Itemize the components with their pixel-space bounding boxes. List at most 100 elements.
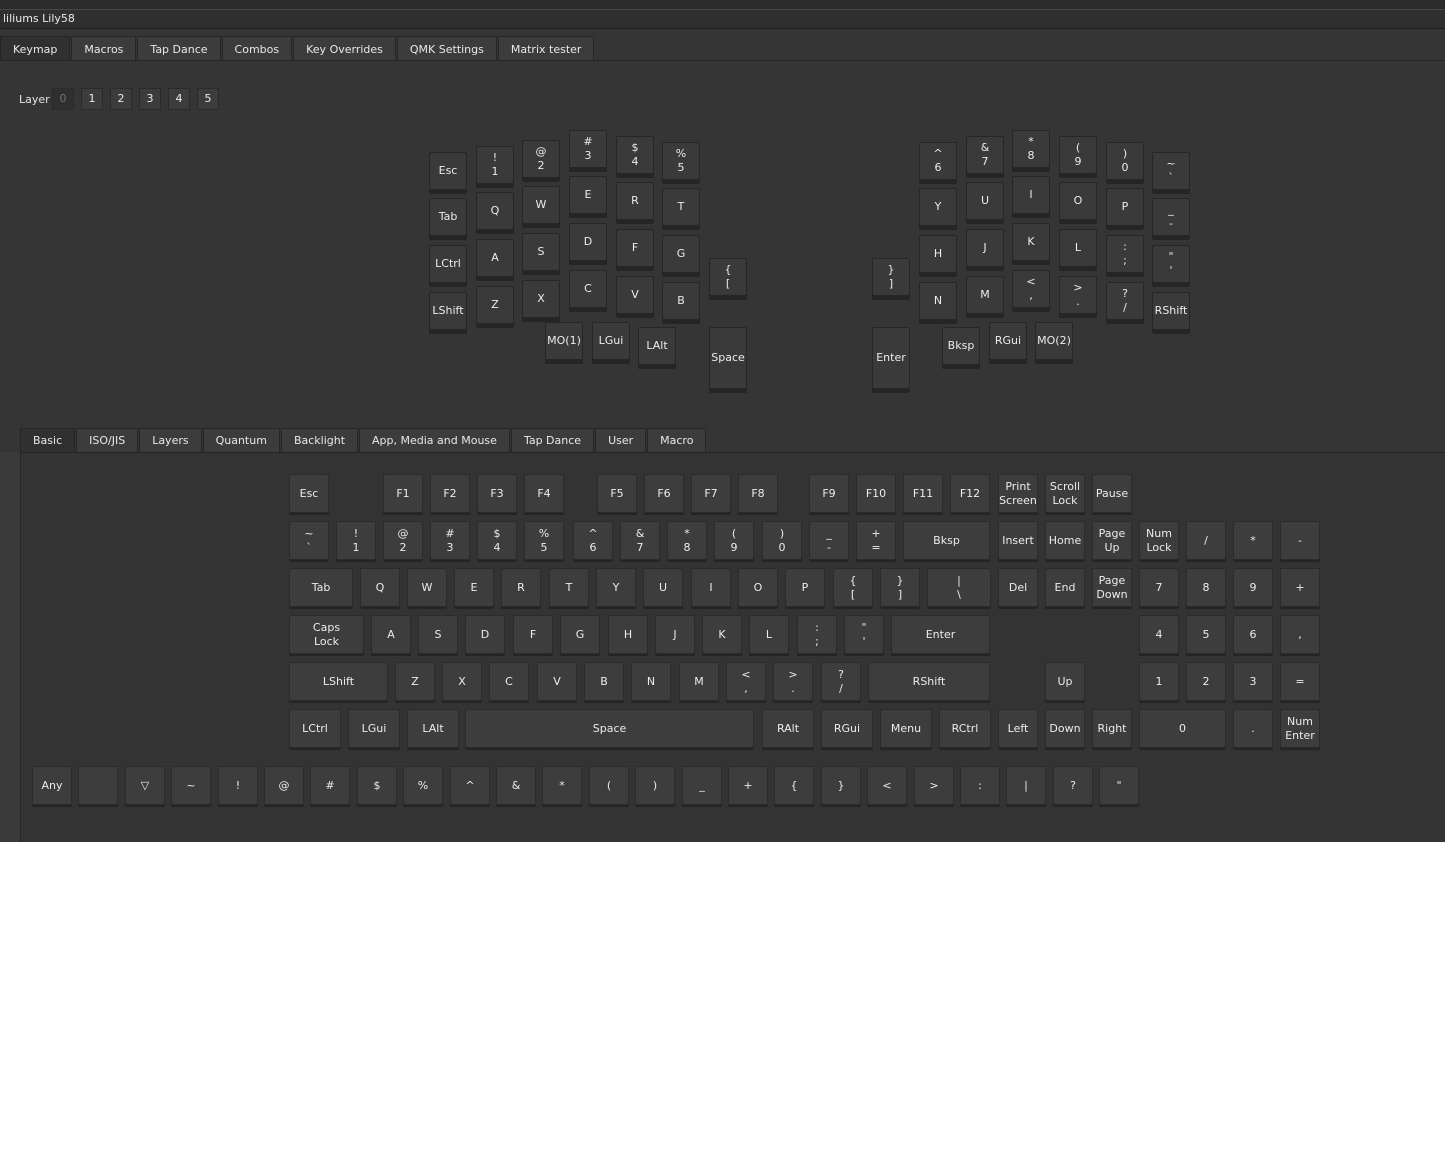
keycode-8[interactable]: 8 xyxy=(1186,568,1226,607)
keycode-7[interactable]: 7 xyxy=(1139,568,1179,607)
keycode-5[interactable]: 5 xyxy=(1186,615,1226,654)
kb-right-key-bksp[interactable]: Bksp xyxy=(942,327,980,365)
keycode-2[interactable]: @ 2 xyxy=(383,521,423,560)
kb-right-key-9[interactable]: ( 9 xyxy=(1059,136,1097,174)
kb-right-key-rshift[interactable]: RShift xyxy=(1152,292,1190,330)
kb-left-key-1[interactable]: ! 1 xyxy=(476,146,514,184)
category-tab-tap-dance[interactable]: Tap Dance xyxy=(510,428,595,452)
keycode-sym[interactable]: " ' xyxy=(844,615,884,654)
kb-left-key-w[interactable]: W xyxy=(522,186,560,224)
kb-left-key-bracket[interactable]: { [ xyxy=(709,258,747,296)
kb-left-key-esc[interactable]: Esc xyxy=(429,152,467,190)
kb-right-key-sym[interactable]: " ' xyxy=(1152,245,1190,283)
kb-left-key-3[interactable]: # 3 xyxy=(569,130,607,168)
keycode-o[interactable]: O xyxy=(738,568,778,607)
kb-right-key-sym[interactable]: : ; xyxy=(1106,235,1144,273)
kb-right-key-o[interactable]: O xyxy=(1059,182,1097,220)
kb-right-key-p[interactable]: P xyxy=(1106,188,1144,226)
tab-combos[interactable]: Combos xyxy=(221,36,293,61)
keycode-lctrl[interactable]: LCtrl xyxy=(289,709,341,748)
kb-left-key-g[interactable]: G xyxy=(662,235,700,273)
keycode-g[interactable]: G xyxy=(560,615,600,654)
category-tab-backlight[interactable]: Backlight xyxy=(280,428,359,452)
keycode-colon[interactable]: : xyxy=(960,766,1000,805)
keycode-a[interactable]: A xyxy=(371,615,411,654)
category-tab-app-media-and-mouse[interactable]: App, Media and Mouse xyxy=(359,428,510,452)
kb-right-key-sym[interactable]: ? / xyxy=(1106,282,1144,320)
keycode-at[interactable]: @ xyxy=(264,766,304,805)
keycode-transparent[interactable]: ▽ xyxy=(125,766,165,805)
kb-right-key-y[interactable]: Y xyxy=(919,188,957,226)
keycode-right[interactable]: Right xyxy=(1092,709,1132,748)
keycode-rshift[interactable]: RShift xyxy=(868,662,990,701)
keycode-print-screen[interactable]: Print Screen xyxy=(998,474,1038,513)
keycode-f4[interactable]: F4 xyxy=(524,474,564,513)
kb-right-key-l[interactable]: L xyxy=(1059,229,1097,267)
kb-left-key-lshift[interactable]: LShift xyxy=(429,292,467,330)
keycode-percent[interactable]: % xyxy=(403,766,443,805)
kb-right-key-sym[interactable]: < , xyxy=(1012,270,1050,308)
kb-left-key-tab[interactable]: Tab xyxy=(429,198,467,236)
keycode-scroll-lock[interactable]: Scroll Lock xyxy=(1045,474,1085,513)
keycode-greater-than[interactable]: > xyxy=(914,766,954,805)
keycode-any[interactable]: Any xyxy=(32,766,72,805)
category-tab-layers[interactable]: Layers xyxy=(139,428,202,452)
keycode-3[interactable]: 3 xyxy=(1233,662,1273,701)
kb-right-key-k[interactable]: K xyxy=(1012,223,1050,261)
keycode-lshift[interactable]: LShift xyxy=(289,662,388,701)
layer-button-5[interactable]: 5 xyxy=(197,88,219,110)
layer-button-1[interactable]: 1 xyxy=(81,88,103,110)
keycode-dollar[interactable]: $ xyxy=(357,766,397,805)
tab-macros[interactable]: Macros xyxy=(71,36,137,61)
kb-left-key-x[interactable]: X xyxy=(522,280,560,318)
kb-left-key-b[interactable]: B xyxy=(662,282,700,320)
keycode-h[interactable]: H xyxy=(608,615,648,654)
keycode-blank[interactable] xyxy=(78,766,118,805)
tab-matrix-tester[interactable]: Matrix tester xyxy=(497,36,595,61)
keycode-num-lock[interactable]: Num Lock xyxy=(1139,521,1179,560)
keycode-6[interactable]: ^ 6 xyxy=(573,521,613,560)
keycode-esc[interactable]: Esc xyxy=(289,474,329,513)
keycode-y[interactable]: Y xyxy=(596,568,636,607)
keycode-f6[interactable]: F6 xyxy=(644,474,684,513)
kb-right-key-enter[interactable]: Enter xyxy=(872,327,910,389)
keycode-sym[interactable]: ~ ` xyxy=(289,521,329,560)
keycode-2[interactable]: 2 xyxy=(1186,662,1226,701)
keycode-rgui[interactable]: RGui xyxy=(821,709,873,748)
kb-right-key-mo2[interactable]: MO(2) xyxy=(1035,322,1073,360)
keycode-pause[interactable]: Pause xyxy=(1092,474,1132,513)
category-tab-user[interactable]: User xyxy=(595,428,647,452)
keycode-exclaim[interactable]: ! xyxy=(218,766,258,805)
keycode-n[interactable]: N xyxy=(631,662,671,701)
keycode-w[interactable]: W xyxy=(407,568,447,607)
category-tab-basic[interactable]: Basic xyxy=(20,428,76,452)
category-tab-quantum[interactable]: Quantum xyxy=(202,428,280,452)
kb-left-key-e[interactable]: E xyxy=(569,176,607,214)
keycode-left-brace[interactable]: { xyxy=(774,766,814,805)
keycode-sym[interactable]: . xyxy=(1233,709,1273,748)
keycode-sym[interactable]: | \ xyxy=(927,568,991,607)
kb-left-key-lalt[interactable]: LAlt xyxy=(638,327,676,365)
kb-right-key-sym[interactable]: > . xyxy=(1059,276,1097,314)
kb-left-key-v[interactable]: V xyxy=(616,276,654,314)
keycode-tilde[interactable]: ~ xyxy=(171,766,211,805)
keycode-m[interactable]: M xyxy=(679,662,719,701)
keycode-page-up[interactable]: Page Up xyxy=(1092,521,1132,560)
keycode-sym[interactable]: * xyxy=(1233,521,1273,560)
keycode-menu[interactable]: Menu xyxy=(880,709,932,748)
keycode-f10[interactable]: F10 xyxy=(856,474,896,513)
keycode-9[interactable]: ( 9 xyxy=(714,521,754,560)
keycode-left[interactable]: Left xyxy=(998,709,1038,748)
keycode-up[interactable]: Up xyxy=(1045,662,1085,701)
kb-left-key-space[interactable]: Space xyxy=(709,327,747,389)
keycode-6[interactable]: 6 xyxy=(1233,615,1273,654)
keycode-del[interactable]: Del xyxy=(998,568,1038,607)
keycode-9[interactable]: 9 xyxy=(1233,568,1273,607)
kb-right-key-j[interactable]: J xyxy=(966,229,1004,267)
kb-left-key-t[interactable]: T xyxy=(662,188,700,226)
kb-right-key-rgui[interactable]: RGui xyxy=(989,322,1027,360)
keycode-i[interactable]: I xyxy=(691,568,731,607)
keycode-x[interactable]: X xyxy=(442,662,482,701)
keycode-0[interactable]: 0 xyxy=(1139,709,1226,748)
category-tab-iso-jis[interactable]: ISO/JIS xyxy=(76,428,139,452)
